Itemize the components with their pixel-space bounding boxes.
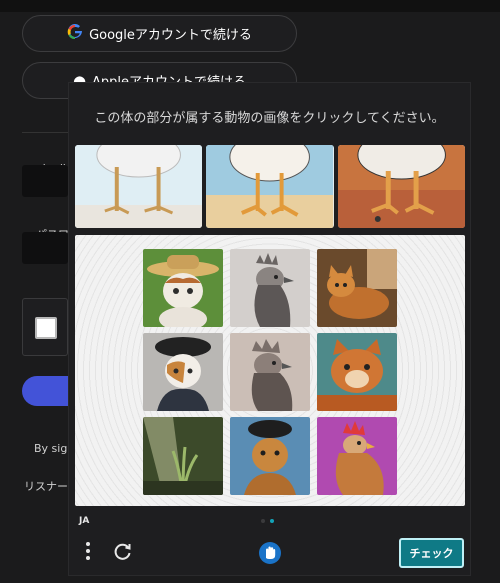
page-indicator	[261, 519, 274, 523]
google-signin-label: Googleアカウントで続ける	[89, 28, 252, 43]
image-grid	[143, 249, 397, 495]
page-dot-2	[270, 519, 274, 523]
example-images	[75, 145, 465, 228]
hand-icon[interactable]	[258, 541, 282, 572]
example-image-3	[337, 145, 465, 228]
grid-tile-3[interactable]	[317, 249, 397, 327]
more-vertical-icon[interactable]	[79, 541, 97, 568]
example-image-1	[75, 145, 203, 228]
captcha-widget[interactable]	[22, 298, 68, 356]
check-button[interactable]: チェック	[399, 538, 464, 568]
email-field[interactable]	[22, 165, 68, 197]
example-image-2	[206, 145, 334, 228]
captcha-checkbox[interactable]	[35, 317, 57, 339]
google-signin-button[interactable]: Googleアカウントで続ける	[22, 15, 297, 52]
image-grid-panel	[75, 235, 465, 506]
grid-tile-6[interactable]	[317, 333, 397, 411]
grid-tile-9[interactable]	[317, 417, 397, 495]
divider	[22, 132, 68, 133]
grid-tile-7[interactable]	[143, 417, 223, 495]
refresh-icon[interactable]	[111, 541, 135, 568]
google-icon	[67, 23, 83, 44]
listener-link[interactable]: リスナー	[24, 478, 68, 494]
language-selector[interactable]: JA	[79, 516, 89, 526]
login-submit-button[interactable]	[22, 376, 68, 406]
grid-tile-1[interactable]	[143, 249, 223, 327]
grid-tile-5[interactable]	[230, 333, 310, 411]
grid-tile-4[interactable]	[143, 333, 223, 411]
password-field[interactable]	[22, 232, 68, 264]
grid-tile-8[interactable]	[230, 417, 310, 495]
captcha-challenge-modal: この体の部分が属する動物の画像をクリックしてください。 JA チェック	[68, 82, 471, 576]
challenge-prompt: この体の部分が属する動物の画像をクリックしてください。	[94, 111, 445, 126]
top-bar	[0, 0, 500, 12]
page-dot-1	[261, 519, 265, 523]
grid-tile-2[interactable]	[230, 249, 310, 327]
